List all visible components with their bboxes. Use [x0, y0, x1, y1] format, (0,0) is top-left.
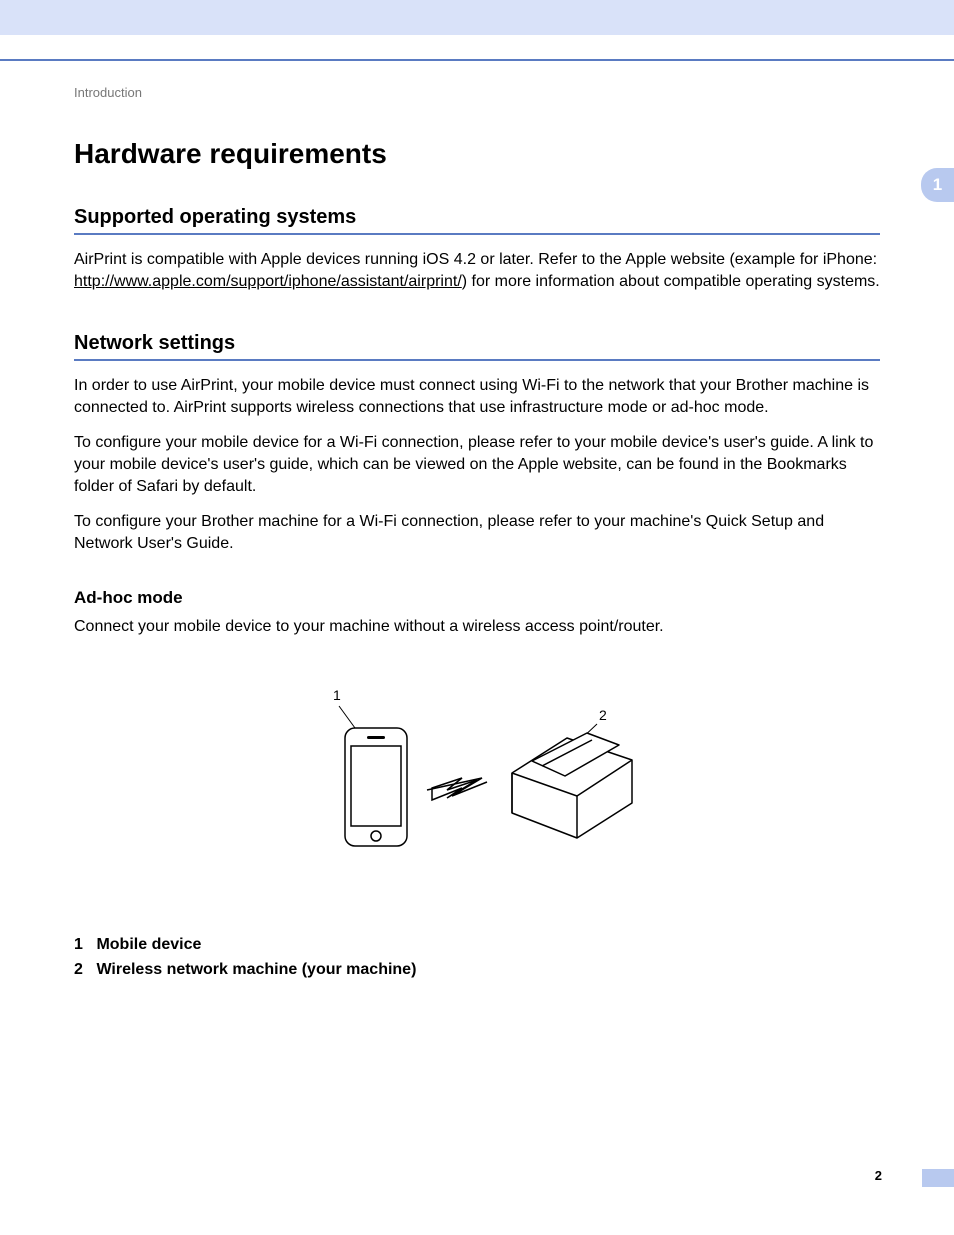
legend-item-1: 1 Mobile device — [74, 933, 880, 958]
wireless-icon — [427, 778, 487, 800]
sub-heading-adhoc: Ad-hoc mode — [74, 588, 880, 608]
section-heading-supported-os: Supported operating systems — [74, 206, 880, 235]
adhoc-diagram: 1 2 — [297, 678, 657, 878]
paragraph-network-2: To configure your mobile device for a Wi… — [74, 432, 880, 497]
diagram-label-2: 2 — [599, 707, 607, 723]
diagram-container: 1 2 — [74, 678, 880, 883]
chapter-tab: 1 — [921, 168, 954, 202]
printer-icon — [512, 733, 632, 838]
text-fragment: AirPrint is compatible with Apple device… — [74, 251, 877, 268]
diagram-legend: 1 Mobile device 2 Wireless network machi… — [74, 933, 880, 983]
section-heading-network-settings: Network settings — [74, 332, 880, 361]
link-apple-support[interactable]: http://www.apple.com/support/iphone/assi… — [74, 273, 462, 290]
chapter-number: 1 — [933, 175, 942, 195]
page-title: Hardware requirements — [74, 138, 880, 170]
legend-text-2: Wireless network machine (your machine) — [96, 961, 416, 978]
diagram-label-1: 1 — [333, 687, 341, 703]
paragraph-network-3: To configure your Brother machine for a … — [74, 511, 880, 554]
legend-num-2: 2 — [74, 958, 92, 983]
paragraph-adhoc: Connect your mobile device to your machi… — [74, 616, 880, 638]
page-content: Introduction Hardware requirements Suppo… — [0, 61, 954, 983]
page-number: 2 — [875, 1168, 882, 1183]
legend-text-1: Mobile device — [96, 936, 201, 953]
legend-item-2: 2 Wireless network machine (your machine… — [74, 958, 880, 983]
breadcrumb: Introduction — [74, 85, 880, 100]
paragraph-supported-os: AirPrint is compatible with Apple device… — [74, 249, 880, 292]
page-number-tab — [922, 1169, 954, 1187]
paragraph-network-1: In order to use AirPrint, your mobile de… — [74, 375, 880, 418]
header-band — [0, 0, 954, 35]
legend-num-1: 1 — [74, 933, 92, 958]
mobile-device-icon — [345, 728, 407, 846]
text-fragment: ) for more information about compatible … — [462, 273, 880, 290]
